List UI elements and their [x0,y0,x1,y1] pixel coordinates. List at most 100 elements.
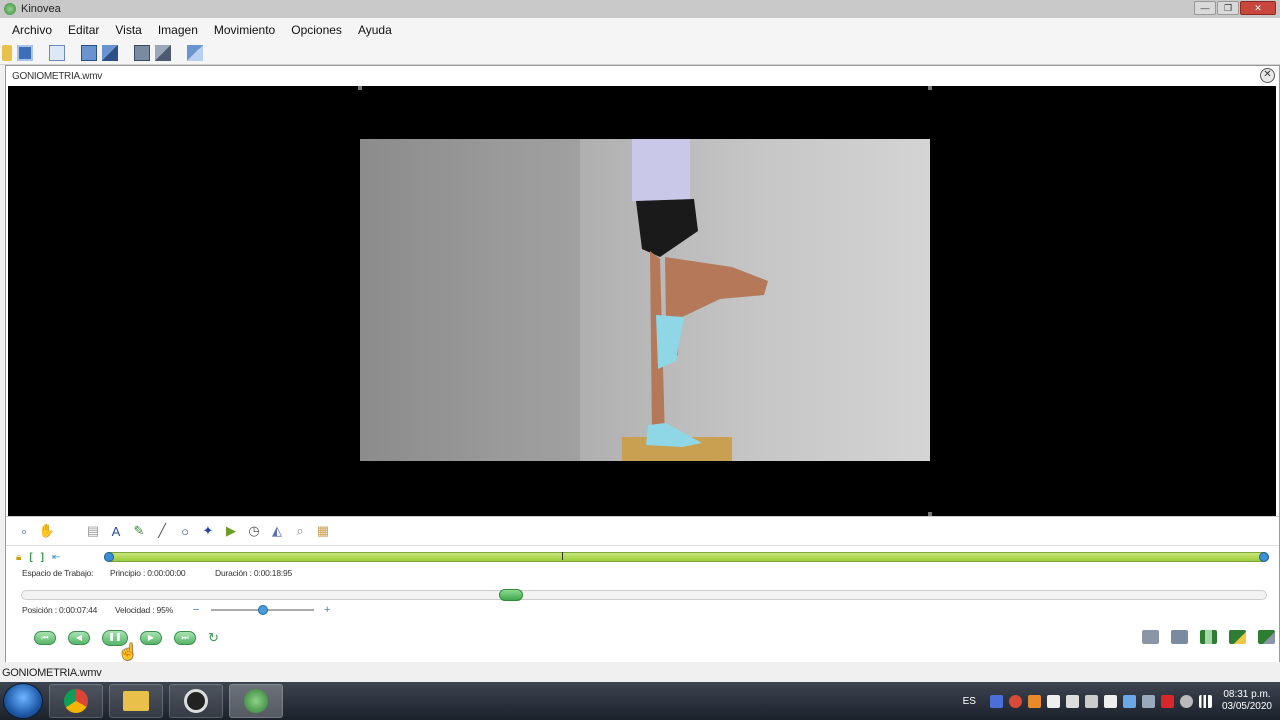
tray-network-share-icon[interactable] [1141,694,1155,708]
circle-tool-icon[interactable]: ○ [177,523,193,539]
taskbar-obs-button[interactable] [169,684,223,718]
menu-archivo[interactable]: Archivo [4,23,60,37]
kinovea-app-icon [4,3,16,15]
volume-icon[interactable] [1065,694,1079,708]
pencil-tool-icon[interactable]: ✎ [131,523,147,539]
single-screen-icon[interactable] [81,44,97,61]
frame-handle[interactable] [358,86,362,90]
last-frame-button[interactable]: ⏭ [174,631,196,645]
minimize-button[interactable]: — [1194,1,1216,15]
export-spreadsheet-icon[interactable] [1229,630,1246,644]
menu-ayuda[interactable]: Ayuda [350,23,400,37]
position-readout: Posición : 0:00:07:44 [22,605,98,615]
magnifier-icon[interactable]: ⌕ [292,523,308,539]
status-bar: GONIOMETRIA.wmv [0,664,1280,682]
tray-obs-icon[interactable] [1008,694,1022,708]
next-frame-button[interactable]: ▶ [140,631,162,645]
save-icon[interactable] [17,44,33,61]
set-end-icon[interactable]: ] [41,552,44,563]
mouse-cursor-icon: ☝ [118,644,138,661]
timeline-cursor-mark [562,552,563,560]
workspace-label: Espacio de Trabajo: [22,568,94,578]
taskbar-kinovea-button[interactable] [229,684,283,718]
maximize-button[interactable]: ❐ [1217,1,1239,15]
first-frame-button[interactable]: ⏮ [34,631,56,645]
tray-app-icon[interactable] [989,694,1003,708]
multi-snapshot-icon[interactable] [1171,630,1188,644]
tray-device-icon[interactable] [1084,694,1098,708]
player-screen: GONIOMETRIA.wmv ✕ ▫ ✋ ▤ A ✎ ╱ ○ ✦ ▶ ◷ ◭ … [5,65,1280,662]
folder-icon [123,691,149,711]
tray-bluetooth-icon[interactable] [1122,694,1136,708]
menu-movimiento[interactable]: Movimiento [206,23,283,37]
drawing-toolbar: ▫ ✋ ▤ A ✎ ╱ ○ ✦ ▶ ◷ ◭ ⌕ ▦ [6,516,1279,546]
comment-icon[interactable]: ▤ [85,523,101,539]
speed-slider-knob[interactable] [258,605,268,615]
playback-controls: 🔒︎ [ ] ⇤ Espacio de Trabajo: Principio :… [6,546,1279,662]
main-toolbar [0,41,1280,65]
tray-power-icon[interactable] [1179,694,1193,708]
new-keyframe-icon[interactable]: ▫ [16,523,32,539]
window-title: Kinovea [21,3,61,15]
loop-icon[interactable]: ↻ [208,630,219,646]
dual-screen-icon[interactable] [102,44,118,61]
tray-sync-icon[interactable] [1027,694,1041,708]
text-tool-icon[interactable]: A [108,523,124,539]
angle-tool-icon[interactable]: ▶ [223,523,239,539]
speed-readout: Velocidad : 95% [115,605,173,615]
menu-imagen[interactable]: Imagen [150,23,206,37]
browser-view-icon[interactable] [49,44,65,61]
timeline-end-handle[interactable] [1259,552,1269,562]
tray-dropbox-icon[interactable] [1046,694,1060,708]
export-diaporama-icon[interactable] [1258,630,1275,644]
set-start-icon[interactable]: [ [29,552,32,563]
chronometer-icon[interactable]: ◷ [246,523,262,539]
working-zone-timeline[interactable] [104,552,1269,562]
clock-date: 03/05/2020 [1221,701,1272,712]
action-center-flag-icon[interactable] [1103,694,1117,708]
network-signal-icon[interactable] [1198,694,1212,708]
line-tool-icon[interactable]: ╱ [154,523,170,539]
position-seekbar[interactable] [21,589,1267,601]
lock-icon[interactable]: 🔒︎ [16,552,21,563]
snapshot-icon[interactable] [1142,630,1159,644]
dual-capture-icon[interactable] [155,44,171,61]
screen-file-header: GONIOMETRIA.wmv [6,66,1279,86]
taskbar-chrome-button[interactable] [49,684,103,718]
color-profile-icon[interactable]: ▦ [315,523,331,539]
goto-start-icon[interactable]: ⇤ [52,552,60,563]
menu-opciones[interactable]: Opciones [283,23,350,37]
screen-file-name: GONIOMETRIA.wmv [12,70,102,82]
frame-handle[interactable] [928,86,932,90]
close-window-button[interactable]: ✕ [1240,1,1276,15]
open-folder-icon[interactable] [2,44,12,61]
save-video-icon[interactable] [1200,630,1217,644]
start-button[interactable] [3,683,43,719]
tray-clock[interactable]: 08:31 p.m. 03/05/2020 [1222,689,1272,713]
close-screen-button[interactable]: ✕ [1260,68,1275,83]
speed-increase-button[interactable]: + [324,604,330,616]
title-bar: Kinovea — ❐ ✕ [0,0,1280,18]
obs-icon [184,689,208,713]
capture-screen-icon[interactable] [134,44,150,61]
chrome-icon [64,689,88,713]
timeline-start-handle[interactable] [104,552,114,562]
perspective-grid-icon[interactable]: ◭ [269,523,285,539]
previous-frame-button[interactable]: ◀ [68,631,90,645]
hand-tool-icon[interactable]: ✋ [39,523,55,539]
workspace-duration: Duración : 0:00:18:95 [215,568,293,578]
menu-editar[interactable]: Editar [60,23,107,37]
workspace-start: Principio : 0:00:00:00 [110,568,186,578]
seek-knob[interactable] [499,589,523,601]
speed-decrease-button[interactable]: − [193,604,199,616]
cross-marker-icon[interactable]: ✦ [200,523,216,539]
menu-vista[interactable]: Vista [107,23,149,37]
windows-taskbar: ES 08:31 p.m. 03/05/2020 [0,682,1280,720]
language-indicator[interactable]: ES [963,696,976,707]
taskbar-explorer-button[interactable] [109,684,163,718]
video-viewport[interactable] [8,86,1276,516]
tray-adobe-icon[interactable] [1160,694,1174,708]
kinovea-icon [244,689,268,713]
video-frame-image[interactable] [360,139,930,461]
swap-screens-icon[interactable] [187,44,203,61]
